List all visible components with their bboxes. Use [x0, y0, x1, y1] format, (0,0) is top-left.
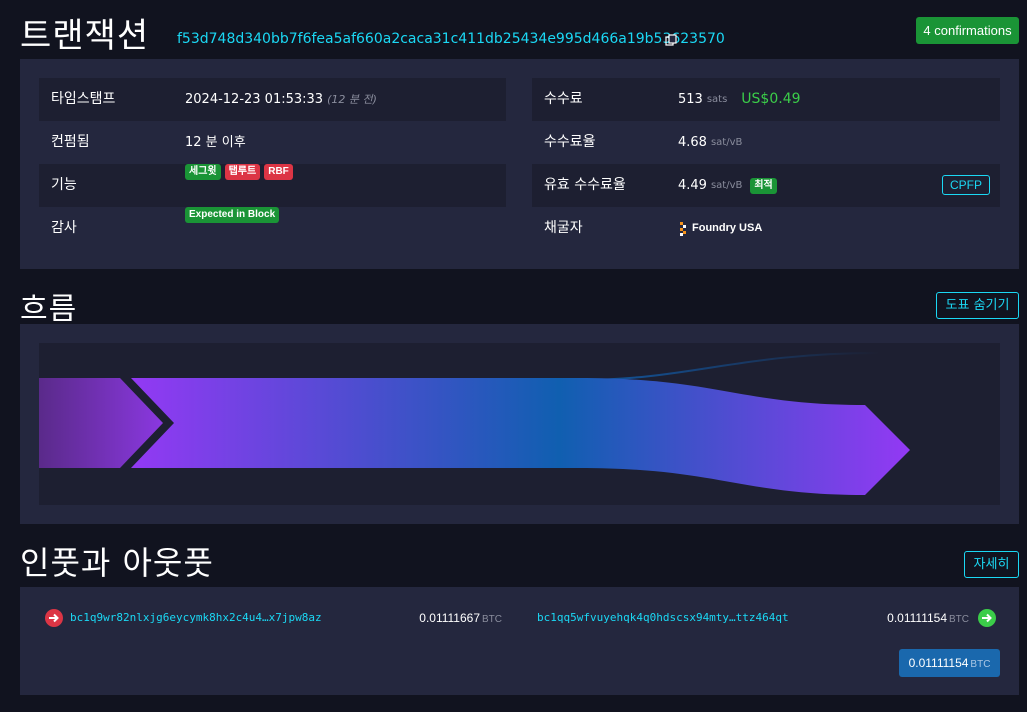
output-amount-value: 0.01111154 — [887, 611, 947, 625]
row-feerate: 수수료율 4.68 sat/vB — [532, 121, 1000, 164]
txid-link[interactable]: f53d748d340bb7f6fea5af660a2caca31c411db2… — [177, 31, 725, 47]
row-fee: 수수료 513 sats US$0.49 — [532, 78, 1000, 121]
miner-link[interactable]: Foundry USA — [692, 207, 762, 250]
input-amount-value: 0.01111667 — [419, 611, 480, 625]
row-effective-feerate: 유효 수수료율 4.49 sat/vB 최적 CPFP — [532, 164, 1000, 207]
details-panel: 타임스탬프 2024-12-23 01:53:33 (12 분 전) 컨펌됨 1… — [20, 59, 1019, 269]
feature-taproot-badge[interactable]: 탭루트 — [224, 164, 261, 180]
audit-badge[interactable]: Expected in Block — [185, 207, 280, 223]
total-amount-button[interactable]: 0.01111154 BTC — [899, 649, 1000, 677]
optimal-badge: 최적 — [750, 177, 777, 194]
audit-label: 감사 — [51, 220, 77, 236]
effective-feerate-value: 4.49 — [678, 178, 707, 193]
timestamp-ago: (12 분 전) — [327, 93, 377, 106]
confirmed-value: 12 분 이후 — [185, 135, 246, 150]
confirmations-badge: 4 confirmations — [916, 17, 1019, 44]
row-confirmed: 컨펌됨 12 분 이후 — [39, 121, 506, 164]
feerate-label: 수수료율 — [544, 134, 596, 150]
page-title: 트랜잭션 — [20, 16, 150, 56]
output-amount: 0.01111154 BTC — [887, 611, 969, 625]
row-audit: 감사 Expected in Block — [39, 207, 506, 250]
feature-rbf-badge[interactable]: RBF — [264, 164, 293, 180]
total-amount-unit: BTC — [970, 659, 991, 670]
total-amount-value: 0.01111154 — [908, 656, 969, 670]
timestamp-value: 2024-12-23 01:53:33 — [185, 92, 324, 107]
fee-usd: US$0.49 — [741, 91, 801, 107]
effective-feerate-label: 유효 수수료율 — [544, 177, 626, 193]
confirmed-label: 컨펌됨 — [51, 134, 90, 150]
copy-icon[interactable] — [665, 34, 677, 46]
input-amount-unit: BTC — [482, 614, 502, 625]
output-arrow-icon[interactable] — [978, 609, 996, 627]
timestamp-label: 타임스탬프 — [51, 91, 116, 107]
fee-flow-line — [578, 352, 880, 381]
flow-panel — [20, 324, 1019, 524]
features-label: 기능 — [51, 177, 77, 193]
fee-value: 513 — [678, 92, 703, 107]
output-flow-band[interactable] — [131, 378, 910, 495]
output-address-link[interactable]: bc1qq5wfvuyehqk4q0hdscsx94mty…ttz464qt — [537, 611, 789, 624]
fee-unit: sats — [706, 94, 728, 105]
input-address-link[interactable]: bc1q9wr82nlxjg6eycymk8hx2c4u4…x7jpw8az — [70, 611, 322, 624]
fee-label: 수수료 — [544, 91, 583, 107]
row-timestamp: 타임스탬프 2024-12-23 01:53:33 (12 분 전) — [39, 78, 506, 121]
io-title: 인풋과 아웃풋 — [20, 544, 214, 582]
effective-feerate-unit: sat/vB — [710, 180, 743, 191]
foundry-logo-icon — [680, 221, 686, 236]
details-button[interactable]: 자세히 — [964, 551, 1019, 578]
io-panel: bc1q9wr82nlxjg6eycymk8hx2c4u4…x7jpw8az 0… — [20, 587, 1019, 695]
flow-diagram[interactable] — [39, 343, 1000, 505]
output-amount-unit: BTC — [949, 614, 969, 625]
row-features: 기능 세그윗 탭루트 RBF — [39, 164, 506, 207]
feerate-value: 4.68 — [678, 135, 707, 150]
feature-segwit-badge[interactable]: 세그윗 — [185, 164, 221, 180]
input-amount: 0.01111667 BTC — [419, 611, 502, 625]
row-miner: 채굴자 Foundry USA — [532, 207, 1000, 250]
flow-title: 흐름 — [20, 292, 78, 327]
input-arrow-icon[interactable] — [45, 609, 63, 627]
feerate-unit: sat/vB — [710, 137, 743, 148]
cpfp-button[interactable]: CPFP — [941, 175, 990, 195]
miner-label: 채굴자 — [544, 220, 583, 236]
hide-diagram-button[interactable]: 도표 숨기기 — [936, 292, 1019, 319]
